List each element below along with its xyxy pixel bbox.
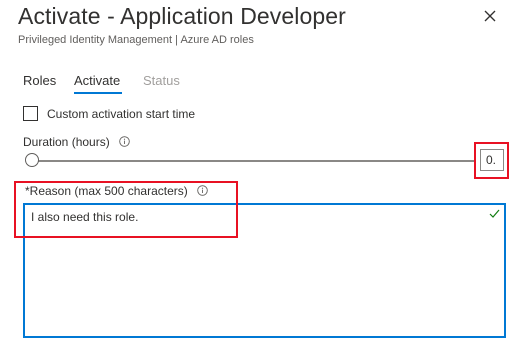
- info-icon[interactable]: [119, 136, 130, 147]
- duration-label-text: Duration (hours): [23, 135, 110, 149]
- page-subtitle: Privileged Identity Management | Azure A…: [18, 34, 254, 46]
- duration-value-input[interactable]: [480, 149, 504, 171]
- reason-label: *Reason (max 500 characters): [25, 184, 208, 198]
- check-icon: [489, 209, 500, 218]
- duration-slider-track[interactable]: [34, 160, 474, 162]
- page-title: Activate - Application Developer: [18, 3, 346, 29]
- tab-roles[interactable]: Roles: [23, 73, 56, 88]
- duration-slider-thumb[interactable]: [25, 153, 39, 167]
- custom-start-label[interactable]: Custom activation start time: [47, 107, 195, 121]
- info-icon[interactable]: [197, 185, 208, 196]
- close-button[interactable]: [481, 7, 499, 25]
- reason-textarea[interactable]: I also need this role.: [23, 203, 506, 338]
- tab-status: Status: [143, 73, 180, 88]
- custom-start-checkbox[interactable]: [23, 106, 38, 121]
- duration-label: Duration (hours): [23, 135, 130, 149]
- close-icon[interactable]: [481, 7, 499, 25]
- tab-activate[interactable]: Activate: [74, 73, 120, 88]
- active-tab-indicator: [74, 92, 122, 94]
- reason-label-text: *Reason (max 500 characters): [25, 184, 188, 198]
